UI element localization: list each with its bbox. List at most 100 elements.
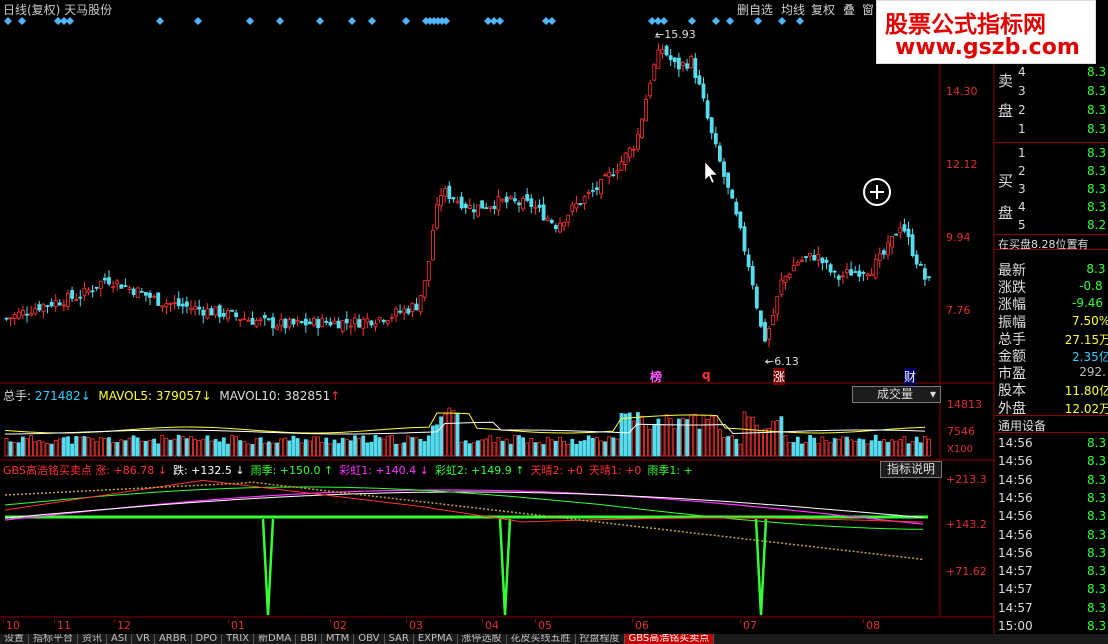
price-candle — [795, 261, 800, 266]
event-diamond-icon — [368, 17, 376, 25]
indicator-tab[interactable]: 新DMA — [254, 634, 297, 644]
volume-bar — [98, 436, 103, 457]
indicator-tab[interactable]: 控盘程度 — [576, 634, 625, 644]
price-tick-4: 7.76 — [946, 304, 971, 317]
price-candle — [517, 202, 521, 206]
price-candle — [156, 292, 161, 306]
price-candle — [426, 261, 431, 281]
volume-bar — [476, 440, 480, 457]
volume-bar — [12, 442, 17, 457]
volume-bar — [759, 431, 763, 457]
indicator-legend: GBS高浩铭买卖点 涨: +86.78 ↓ 跌: +132.5 ↓ 雨季: +150… — [3, 462, 699, 478]
indicator-legend-item: 天晴2: +0 — [530, 464, 583, 477]
price-candle — [394, 308, 398, 317]
indicator-tab[interactable]: 指标平台 — [29, 634, 78, 644]
volume-bar — [254, 438, 259, 457]
price-candle — [447, 185, 452, 199]
volume-indicator-dropdown[interactable]: 成交量 ▾ — [852, 386, 941, 403]
price-candle — [562, 221, 566, 227]
price-candle — [726, 172, 730, 188]
indicator-tab[interactable]: EXPMA — [414, 634, 458, 644]
indicator-tab[interactable]: 设置 — [0, 634, 29, 644]
indicator-tab[interactable]: VR — [132, 634, 155, 644]
price-candle — [357, 319, 362, 328]
volume-bar — [615, 438, 620, 457]
price-candle — [816, 253, 821, 261]
indicator-tab[interactable]: SAR — [385, 634, 414, 644]
event-marker-q[interactable]: q — [702, 368, 711, 382]
volume-bar — [873, 434, 878, 457]
volume-bar — [443, 413, 448, 457]
volume-bar — [451, 410, 456, 457]
volume-bar — [82, 436, 87, 457]
volume-bar — [504, 438, 509, 457]
buy-price: 8.3 — [1087, 146, 1107, 160]
price-candle — [853, 271, 858, 273]
price-candle — [668, 55, 673, 60]
volume-bar — [500, 440, 505, 457]
sell-side-label-2: 盘 — [998, 102, 1014, 120]
event-diamond-icon — [712, 17, 720, 25]
volume-bar — [230, 435, 234, 457]
volume-bar — [316, 436, 321, 457]
indicator-tab[interactable]: OBV — [354, 634, 385, 644]
indicator-tab[interactable]: ASI — [107, 634, 133, 644]
indicator-tab[interactable]: 花皮买线五胜 — [507, 634, 576, 644]
volume-bar — [869, 440, 874, 457]
event-marker-limit-up[interactable]: 涨 — [773, 368, 786, 385]
volume-bar — [923, 436, 927, 457]
indicator-tick-3: +71.62 — [946, 565, 987, 578]
volume-bar — [103, 438, 107, 457]
indicator-tab[interactable]: MTM — [322, 634, 355, 644]
indicator-legend-item: 天晴1: +0 — [588, 464, 642, 477]
price-candle — [886, 242, 890, 256]
event-marker-finance[interactable]: 财 — [904, 368, 917, 385]
price-candle — [172, 302, 177, 304]
tick-price: 8.3 — [1087, 527, 1107, 542]
price-candle — [8, 317, 13, 320]
indicator-help-button[interactable]: 指标说明 — [880, 461, 943, 478]
volume-bar — [373, 435, 378, 457]
tick-time: 14:56 — [998, 509, 1033, 524]
price-candle — [471, 209, 476, 213]
price-candle — [295, 320, 300, 323]
tick-price: 8.3 — [1087, 454, 1107, 469]
price-candle — [303, 318, 308, 326]
volume-bar — [184, 438, 189, 457]
volume-bar — [156, 443, 161, 457]
indicator-tab[interactable]: 资讯 — [78, 634, 107, 644]
indicator-tab[interactable]: DPO — [192, 634, 223, 644]
indicator-tab[interactable]: TRIX — [222, 634, 255, 644]
volume-tick-2: 7546 — [947, 425, 975, 438]
stat-value: -9.46 — [1072, 296, 1104, 311]
volume-bar — [791, 442, 796, 457]
price-candle — [250, 317, 255, 325]
price-candle — [529, 198, 534, 208]
volume-bar — [455, 412, 460, 457]
price-candle — [504, 196, 509, 203]
price-candle — [783, 275, 788, 283]
price-candle — [312, 317, 316, 326]
chevron-down-icon: ▾ — [929, 387, 936, 401]
volume-bar — [861, 439, 866, 457]
indicator-legend-item: 跌: +132.5 ↓ — [172, 464, 245, 477]
industry-label[interactable]: 通用设备 — [998, 417, 1046, 434]
indicator-tab[interactable]: BBI — [296, 634, 322, 644]
price-candle — [189, 307, 193, 311]
volume-bar — [62, 437, 66, 457]
price-candle — [636, 133, 640, 150]
volume-bar — [164, 437, 169, 457]
price-candle — [857, 270, 862, 277]
indicator-tab[interactable]: 涨停选股 — [458, 634, 507, 644]
indicator-tab[interactable]: ARBR — [155, 634, 192, 644]
event-marker-rank[interactable]: 榜 — [650, 368, 662, 385]
volume-bar — [139, 440, 144, 457]
indicator-tab[interactable]: GBS高浩铭买卖点 — [624, 634, 715, 644]
volume-bar — [225, 443, 230, 457]
volume-bar — [816, 443, 821, 457]
price-candle — [800, 259, 804, 262]
mavol5-value: 379057 — [155, 389, 202, 403]
volume-bar — [467, 443, 472, 457]
kline-chart[interactable] — [0, 0, 995, 634]
price-candle — [672, 57, 677, 63]
